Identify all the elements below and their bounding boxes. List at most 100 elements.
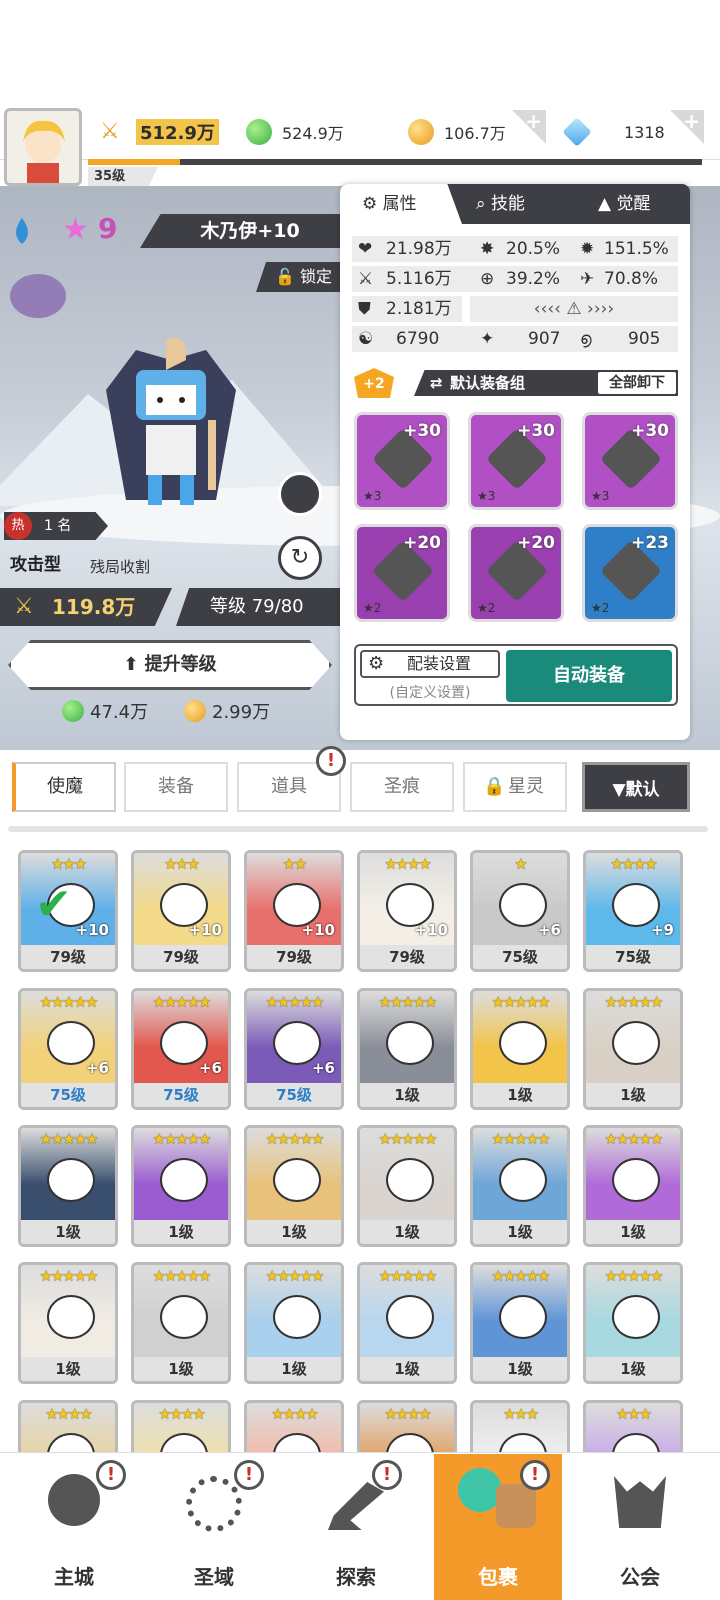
hero-stars: ★★★★★ <box>39 1267 98 1285</box>
hero-face-icon <box>386 1021 434 1065</box>
hero-stars: ★★★★★ <box>604 1130 663 1148</box>
hero-level: 75级 <box>21 1083 115 1107</box>
heart-icon: ❤ <box>358 239 373 259</box>
tab-stigmata[interactable]: 圣痕 <box>350 762 454 812</box>
hero-card[interactable]: ★★★★★ 1级 <box>470 1262 570 1384</box>
tab-familiars[interactable]: 使魔 <box>12 762 116 812</box>
hero-face-icon <box>612 1295 660 1339</box>
hero-level: 75级 <box>473 945 567 969</box>
sort-button[interactable]: ▼默认 <box>582 762 690 812</box>
hero-card[interactable]: ★★★ +10 79级 <box>131 850 231 972</box>
hero-plus: +10 <box>188 921 222 939</box>
shield-icon: ⛊ <box>358 299 371 319</box>
hero-plus: +6 <box>537 921 561 939</box>
hero-card[interactable]: ★★★★★ 1级 <box>131 1262 231 1384</box>
equip-slot-belt[interactable]: +20 ★2 <box>354 524 450 622</box>
hero-card[interactable]: ★★★★★ 1级 <box>18 1125 118 1247</box>
hero-card[interactable]: ★★★★★ 1级 <box>18 1262 118 1384</box>
equip-slot-helmet[interactable]: +30 ★3 <box>468 412 564 510</box>
equip-stars: ★3 <box>363 489 382 503</box>
equip-bonus: +20 <box>403 533 441 553</box>
hot-icon: 热 <box>4 512 32 540</box>
skills-icon: ⌕ <box>476 194 491 214</box>
scroll-indicator <box>8 826 708 832</box>
hero-card[interactable]: ★★★★★ +6 75级 <box>18 988 118 1110</box>
hero-face-icon <box>273 1158 321 1202</box>
equip-bonus: +30 <box>631 421 669 441</box>
lock-icon: 🔒 <box>483 776 506 797</box>
nav-explore[interactable]: 探索 <box>284 1454 428 1600</box>
hero-face-icon <box>273 1295 321 1339</box>
nav-sanctuary[interactable]: 圣域 <box>142 1454 286 1600</box>
locked-skill-icon[interactable] <box>10 274 66 318</box>
hero-card[interactable]: ★★★★★ 1级 <box>583 1125 683 1247</box>
hero-stars: ★★★★★ <box>39 993 98 1011</box>
hero-face-icon <box>47 1295 95 1339</box>
hero-card[interactable]: ★★★★★ 1级 <box>244 1262 344 1384</box>
tab-attributes[interactable]: ⚙ 属性 <box>340 184 462 224</box>
hero-face-icon <box>499 1158 547 1202</box>
hero-card[interactable]: ★ +6 75级 <box>470 850 570 972</box>
tab-skills[interactable]: ⌕ 技能 <box>476 184 576 224</box>
hero-card[interactable]: ★★★★ +10 79级 <box>357 850 457 972</box>
hero-level: 等级 79/80 <box>176 588 340 626</box>
hero-plus: +10 <box>414 921 448 939</box>
equip-upgrade-badge[interactable]: +2 <box>354 368 394 398</box>
hero-face-icon <box>612 1158 660 1202</box>
hero-card[interactable]: ★★★★★ +6 75级 <box>131 988 231 1110</box>
loadout-config-button[interactable]: ⚙ 配装设置 <box>360 650 500 678</box>
hero-card[interactable]: ★★★ +10 ✔ 79级 <box>18 850 118 972</box>
speed-icon: ✈ <box>580 269 595 289</box>
equip-slot-boots[interactable]: +23 ★2 <box>582 524 678 622</box>
alert-icon: ! <box>96 1460 126 1490</box>
hero-card[interactable]: ★★★★★ 1级 <box>583 988 683 1110</box>
hero-card[interactable]: ★★★★★ 1级 <box>131 1125 231 1247</box>
unequip-all-button[interactable]: 全部卸下 <box>596 370 678 396</box>
alert-icon: ! <box>372 1460 402 1490</box>
config-sub: (自定义设置) <box>389 685 471 701</box>
bag-icon <box>496 1484 536 1528</box>
equip-slot-armor[interactable]: +30 ★3 <box>582 412 678 510</box>
auto-equip-button[interactable]: 自动装备 <box>506 650 672 702</box>
upgrade-level-button[interactable]: ⬆ 提升等级 <box>8 640 332 690</box>
swirl-icon: ☯ <box>358 329 374 349</box>
equip-slot-sword[interactable]: +30 ★3 <box>354 412 450 510</box>
hero-card[interactable]: ★★ +10 79级 <box>244 850 344 972</box>
hero-face-icon <box>160 1295 208 1339</box>
hero-card[interactable]: ★★★★★ 1级 <box>583 1262 683 1384</box>
hero-card[interactable]: ★★★★★ 1级 <box>244 1125 344 1247</box>
hero-stars: ★★★★★ <box>604 993 663 1011</box>
hero-stars: ★★★★★ <box>491 1267 550 1285</box>
hero-card[interactable]: ★★★★★ 1级 <box>357 988 457 1110</box>
lock-button[interactable]: 🔓 锁定 <box>256 262 340 292</box>
player-avatar[interactable] <box>4 108 82 186</box>
diamond-icon <box>562 117 592 147</box>
equip-slot-necklace[interactable]: +20 ★2 <box>468 524 564 622</box>
view-eye-button[interactable] <box>278 472 322 516</box>
hero-card[interactable]: ★★★★★ 1级 <box>470 988 570 1110</box>
hero-character-sprite <box>106 337 236 505</box>
stat-row-3-locked: ‹‹‹‹ ⚠ ›››› <box>470 296 678 322</box>
hero-level: 75级 <box>247 1083 341 1107</box>
tab-equipment[interactable]: 装备 <box>124 762 228 812</box>
tab-spirits[interactable]: 🔒 星灵 <box>463 762 567 812</box>
equip-stars: ★3 <box>477 489 496 503</box>
hero-card[interactable]: ★★★★★ +6 75级 <box>244 988 344 1110</box>
gold-currency: 106.7万 <box>408 116 506 148</box>
hero-level: 1级 <box>134 1220 228 1244</box>
hero-card[interactable]: ★★★★★ 1级 <box>357 1262 457 1384</box>
tab-awaken[interactable]: ▲ 觉醒 <box>598 184 690 224</box>
refresh-button[interactable]: ↻ <box>278 536 322 580</box>
hero-stars: ★★ <box>282 855 308 873</box>
hero-card[interactable]: ★★★★★ 1级 <box>470 1125 570 1247</box>
hero-level: 1级 <box>360 1220 454 1244</box>
swords-icon: ⚔ <box>100 119 120 144</box>
refresh-icon: ↻ <box>290 545 310 570</box>
hero-card[interactable]: ★★★★★ 1级 <box>357 1125 457 1247</box>
nav-guild[interactable]: 公会 <box>568 1454 712 1600</box>
hero-card[interactable]: ★★★★ +9 75级 <box>583 850 683 972</box>
hero-level: 75级 <box>134 1083 228 1107</box>
hero-stars: ★★★★★ <box>378 993 437 1011</box>
config-area: ⚙ 配装设置 (自定义设置) 自动装备 <box>354 644 678 706</box>
hero-plus: +10 <box>75 921 109 939</box>
